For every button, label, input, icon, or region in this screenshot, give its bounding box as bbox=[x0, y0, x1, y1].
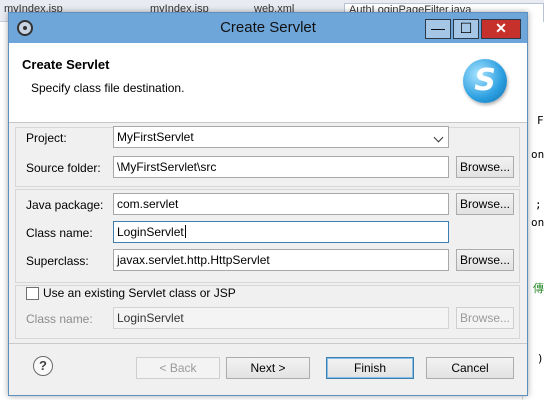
wizard-title: Create Servlet bbox=[22, 57, 110, 72]
code-fragment: 傳 bbox=[533, 282, 544, 295]
use-existing-checkbox[interactable] bbox=[26, 287, 39, 300]
help-icon[interactable]: ? bbox=[33, 356, 53, 376]
java-package-browse-button[interactable]: Browse... bbox=[456, 193, 514, 215]
project-value: MyFirstServlet bbox=[117, 130, 194, 144]
source-folder-browse-button[interactable]: Browse... bbox=[456, 156, 514, 178]
title-bar[interactable]: Create Servlet — ☐ ✕ bbox=[9, 13, 527, 43]
text-cursor bbox=[184, 225, 186, 238]
existing-class-name-label: Class name: bbox=[26, 312, 93, 326]
chevron-down-icon bbox=[433, 132, 444, 143]
source-folder-label: Source folder: bbox=[26, 161, 101, 175]
minimize-button[interactable]: — bbox=[425, 19, 451, 39]
footer-divider bbox=[9, 343, 527, 344]
class-name-value: LoginServlet bbox=[117, 225, 184, 239]
java-package-label: Java package: bbox=[26, 198, 104, 212]
close-button[interactable]: ✕ bbox=[481, 19, 521, 39]
existing-class-browse-button: Browse... bbox=[456, 307, 514, 329]
superclass-field[interactable]: javax.servlet.http.HttpServlet bbox=[113, 249, 449, 271]
existing-class-name-field: LoginServlet bbox=[113, 307, 449, 329]
maximize-button[interactable]: ☐ bbox=[453, 19, 479, 39]
code-fragment: on bbox=[531, 148, 544, 161]
java-package-field[interactable]: com.servlet bbox=[113, 193, 449, 215]
wizard-description: Specify class file destination. bbox=[31, 81, 185, 95]
code-fragment: ) bbox=[537, 352, 544, 365]
use-existing-label[interactable]: Use an existing Servlet class or JSP bbox=[43, 286, 236, 300]
code-fragment: ; bbox=[535, 198, 542, 211]
cancel-button[interactable]: Cancel bbox=[426, 357, 514, 379]
create-servlet-dialog: Create Servlet — ☐ ✕ Create Servlet Spec… bbox=[8, 12, 528, 396]
code-fragment: F bbox=[537, 114, 544, 127]
superclass-label: Superclass: bbox=[26, 254, 89, 268]
servlet-logo-letter: S bbox=[474, 63, 496, 98]
class-name-field[interactable]: LoginServlet bbox=[113, 221, 449, 243]
project-combo[interactable]: MyFirstServlet bbox=[113, 126, 449, 148]
class-name-label: Class name: bbox=[26, 226, 93, 240]
code-fragment: on bbox=[531, 216, 544, 229]
project-label: Project: bbox=[26, 131, 67, 145]
superclass-browse-button[interactable]: Browse... bbox=[456, 249, 514, 271]
finish-button[interactable]: Finish bbox=[326, 357, 414, 379]
servlet-logo-icon: S bbox=[463, 59, 507, 103]
next-button[interactable]: Next > bbox=[226, 357, 310, 379]
back-button: < Back bbox=[136, 357, 220, 379]
source-folder-field[interactable]: \MyFirstServlet\src bbox=[113, 156, 449, 178]
wizard-header: Create Servlet Specify class file destin… bbox=[9, 43, 527, 123]
